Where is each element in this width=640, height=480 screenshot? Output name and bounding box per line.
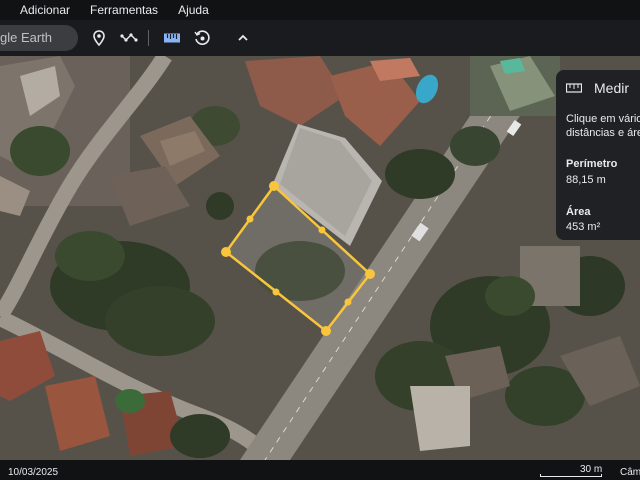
perimeter-label: Perímetro — [566, 158, 618, 170]
menu-ajuda[interactable]: Ajuda — [168, 0, 219, 20]
search-input[interactable]: gle Earth — [0, 25, 78, 51]
midpoint-handle — [318, 226, 326, 234]
menu-bar: Adicionar Ferramentas Ajuda — [0, 0, 640, 20]
camera-info: Câme — [620, 467, 640, 478]
area-value: 453 m² — [566, 221, 601, 233]
map-imagery[interactable] — [0, 56, 640, 460]
vertex-handle — [269, 181, 279, 191]
vertex-handle — [221, 247, 231, 257]
ruler-icon — [566, 83, 582, 93]
toolbar: gle Earth — [0, 20, 640, 56]
measure-title: Medir — [594, 80, 630, 96]
instruction-line: distâncias e áre — [566, 127, 640, 139]
vertex-handle — [321, 326, 331, 336]
menu-adicionar[interactable]: Adicionar — [0, 0, 80, 20]
measure-instructions: Clique em vário distâncias e áre — [566, 112, 640, 140]
instruction-line: Clique em vário — [566, 113, 640, 125]
perimeter-value: 88,15 m — [566, 174, 606, 186]
ruler-icon[interactable] — [163, 29, 181, 47]
measure-panel: Medir Clique em vário distâncias e áre P… — [556, 70, 640, 240]
history-icon[interactable] — [193, 29, 211, 47]
toolbar-separator — [148, 30, 149, 46]
place-mark-icon[interactable] — [90, 29, 108, 47]
midpoint-handle — [272, 288, 280, 296]
scale-bar — [540, 474, 602, 477]
vertex-handle — [365, 269, 375, 279]
midpoint-handle — [246, 215, 254, 223]
imagery-date: 10/03/2025 — [8, 467, 59, 478]
collapse-icon[interactable] — [234, 29, 252, 47]
midpoint-handle — [344, 298, 352, 306]
area-label: Área — [566, 206, 591, 218]
status-bar: 10/03/2025 30 m Câme — [0, 460, 640, 480]
satellite-map[interactable] — [0, 56, 640, 460]
path-icon[interactable] — [120, 29, 138, 47]
menu-ferramentas[interactable]: Ferramentas — [80, 0, 168, 20]
measure-header: Medir — [566, 80, 629, 96]
